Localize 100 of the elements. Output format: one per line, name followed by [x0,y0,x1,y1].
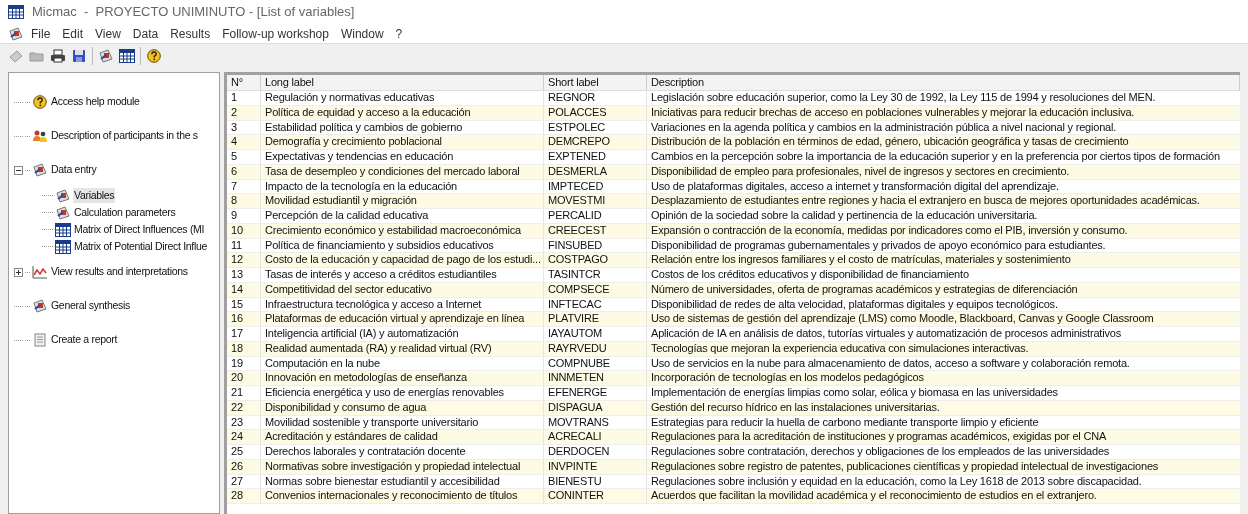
table-row[interactable]: 13 Tasas de interés y acceso a créditos estudiantiles TASINTCR Costos de los créditos educativos y disponibilidad de financiamiento [227,268,1240,283]
table-row[interactable]: 25 Derechos laborales y contratación docente DERDOCEN Regulaciones sobre contratación, derechos y obligaciones de los empleados de las universidades [227,445,1240,460]
table-row[interactable]: 20 Innovación en metodologías de enseñanza INNMETEN Incorporación de tecnologías en los modelos pedagógicos [227,371,1240,386]
expand-toggle-icon[interactable] [14,267,23,277]
table-cell: Convenios internacionales y reconocimiento de títulos [261,489,544,503]
table-cell: 6 [227,164,261,179]
table-cell: 20 [227,371,261,385]
table-cell: Normas sobre bienestar estudiantil y accesibilidad [261,474,544,489]
tree-item[interactable]: Description of participants in the s [50,128,199,144]
table-row[interactable]: 12 Costo de la educación y capacidad de pago de los estudi... COSTPAGO Relación entre los ingresos familiares y el costo de matrículas, materiales y sostenimiento [227,253,1240,268]
table-cell-text: Regulaciones sobre contratación, derechos y obligaciones de los empleados de las universidades [650,445,1111,459]
table-cell: BIENESTU [544,474,647,489]
table-cell: Realidad aumentada (RA) y realidad virtual (RV) [261,341,544,356]
table-cell: Derechos laborales y contratación docente [261,445,544,459]
table-cell: 16 [227,312,261,326]
table-row[interactable]: 28 Convenios internacionales y reconocimiento de títulos CONINTER Acuerdos que facilitan la movilidad académica y el reconocimiento de estudios en el extranjero. [227,489,1240,504]
table-row[interactable]: 5 Expectativas y tendencias en educación EXPTENED Cambios en la percepción sobre la importancia de la educación superior y en la preferencia por ciertos tipos de formación [227,150,1240,165]
table-cell: INVPINTE [544,459,647,474]
table-row[interactable]: 8 Movilidad estudiantil y migración MOVESTMI Desplazamiento de estudiantes entre regiones y hacia el extranjero en busca de mejores oportunidades académicas. [227,194,1240,209]
table-cell: REGNOR [544,91,647,105]
menu-item[interactable]: View [90,24,126,43]
table-cell: 3 [227,120,261,135]
table-cell: Impacto de la tecnología en la educación [261,179,544,194]
table-cell-text: Aplicación de IA en análisis de datos, tutorías virtuales y automatización de procesos administrativos [650,327,1122,341]
table-cell: Política de financiamiento y subsidios educativos [261,238,544,253]
grid-icon[interactable] [119,49,135,63]
tree-item[interactable]: Calculation parameters [73,204,177,221]
table-cell: 24 [227,430,261,444]
table-cell: Expectativas y tendencias en educación [261,150,544,164]
table-cell-text: Disponibilidad de empleo para profesionales, nivel de ingresos y sectores en crecimiento. [650,164,1071,179]
table-cell-text: Uso de servicios en la nube para almacenamiento de datos, acceso a software y colaboración remota. [650,356,1131,371]
wizard-icon[interactable] [98,49,114,63]
table-cell: MOVESTMI [544,194,647,208]
column-header[interactable]: Short label [544,75,647,90]
expand-toggle-icon[interactable] [14,165,23,175]
column-header[interactable]: Long label [261,75,544,90]
tree-item[interactable]: General synthesis [50,298,131,314]
tree-item[interactable]: Data entry [50,162,98,178]
table-cell: 22 [227,400,261,415]
table-cell: Movilidad sostenible y transporte universitario [261,415,544,430]
menu-item[interactable]: ? [390,24,408,43]
table-cell: COSTPAGO [544,253,647,267]
tree-item[interactable]: Variables [73,187,116,204]
table-cell: Inteligencia artificial (IA) y automatización [261,327,544,341]
wizard-icon [55,188,71,203]
table-row[interactable]: 21 Eficiencia energética y uso de energías renovables EFENERGE Implementación de energías limpias como solar, eólica y biomasa en las universidades [227,386,1240,401]
table-cell: EFENERGE [544,386,647,400]
tree-item[interactable]: Matrix of Potential Direct Influe [73,238,209,255]
tree-item[interactable]: Access help module [50,94,141,110]
table-cell: POLACCES [544,105,647,120]
table-row[interactable]: 9 Percepción de la calidad educativa PERCALID Opinión de la sociedad sobre la calidad y pertinencia de la educación universitaria. [227,209,1240,224]
table-cell: 25 [227,445,261,459]
table-row[interactable]: 1 Regulación y normativas educativas REGNOR Legislación sobre educación superior, como la Ley 30 de 1992, la Ley 115 de 1994 y resoluciones del MEN. [227,91,1240,106]
table-cell: 10 [227,223,261,238]
tree-item[interactable]: Create a report [50,332,119,348]
table-cell: ACRECALI [544,430,647,444]
table-cell-text: Uso de sistemas de gestión del aprendizaje (LMS) como Moodle, Blackboard, Canvas y Google Classroom [650,312,1155,326]
table-cell-text: Opinión de la sociedad sobre la calidad y pertinencia de la educación universitaria. [650,209,1039,223]
wizard-icon[interactable] [8,26,24,41]
column-header[interactable]: N° [227,75,261,90]
printer-icon[interactable] [50,49,66,63]
menu-item[interactable]: Results [165,24,216,43]
table-row[interactable]: 4 Demografía y crecimiento poblacional DEMCREPO Distribución de la población en términos de edad, género, ubicación geográfica y tasas de crecimiento [227,135,1240,150]
table-cell-text: Costos de los créditos educativos y disponibilidad de financiamiento [650,268,970,282]
table-cell: 21 [227,386,261,400]
table-cell: Política de equidad y acceso a la educación [261,105,544,120]
table-cell: Movilidad estudiantil y migración [261,194,544,208]
table-cell-text: Legislación sobre educación superior, como la Ley 30 de 1992, la Ley 115 de 1994 y resoluciones del MEN. [650,91,1157,105]
table-cell: INNMETEN [544,371,647,385]
menu-item[interactable]: Window [335,24,389,43]
table-row[interactable]: 16 Plataformas de educación virtual y aprendizaje en línea PLATVIRE Uso de sistemas de gestión del aprendizaje (LMS) como Moodle, Blackboard, Canvas y Google Classroom [227,312,1240,327]
grid-icon [55,239,71,254]
table-cell: Crecimiento económico y estabilidad macroeconómica [261,223,544,238]
table-cell-text: Cambios en la percepción sobre la importancia de la educación superior y en la preferencia por ciertos tipos de formación [650,150,1221,164]
menu-item[interactable]: Follow-up workshop [217,24,334,43]
table-cell: 4 [227,135,261,149]
table-row[interactable]: 17 Inteligencia artificial (IA) y automatización IAYAUTOM Aplicación de IA en análisis de datos, tutorías virtuales y automatización de procesos administrativos [227,327,1240,342]
table-row[interactable]: 24 Acreditación y estándares de calidad ACRECALI Regulaciones para la acreditación de instituciones y programas académicos, exigidas por el CNA [227,430,1240,445]
column-header[interactable]: Description [647,75,1240,90]
tree-item[interactable]: Matrix of Direct Influences (MI [73,221,206,238]
table-cell: INFTECAC [544,297,647,312]
menu-item[interactable]: Edit [57,24,89,43]
menu-item[interactable]: Data [127,24,164,43]
table-cell: 7 [227,179,261,194]
table-cell-text: Relación entre los ingresos familiares y el costo de matrículas, materiales y sostenimiento [650,253,1072,267]
table-cell-text: Disponibilidad de programas gubernamentales y privados de apoyo económico para estudiantes. [650,238,1107,253]
people-icon [32,129,48,143]
tree-item[interactable]: View results and interpretations [50,264,189,280]
table-cell: 26 [227,459,261,474]
help-icon[interactable] [146,49,162,63]
table-cell: 15 [227,297,261,312]
menu-item[interactable]: File [26,24,56,43]
table-cell-text: Implementación de energías limpias como solar, eólica y biomasa en las universidades [650,386,1059,400]
table-cell: 28 [227,489,261,503]
table-cell-text: Disponibilidad de redes de alta velocidad, plataformas digitales y equipos tecnológicos. [650,297,1059,312]
table-cell: RAYRVEDU [544,341,647,356]
table-cell: EXPTENED [544,150,647,164]
table-cell: MOVTRANS [544,415,647,430]
table-cell: IAYAUTOM [544,327,647,341]
grid-icon [55,222,71,237]
